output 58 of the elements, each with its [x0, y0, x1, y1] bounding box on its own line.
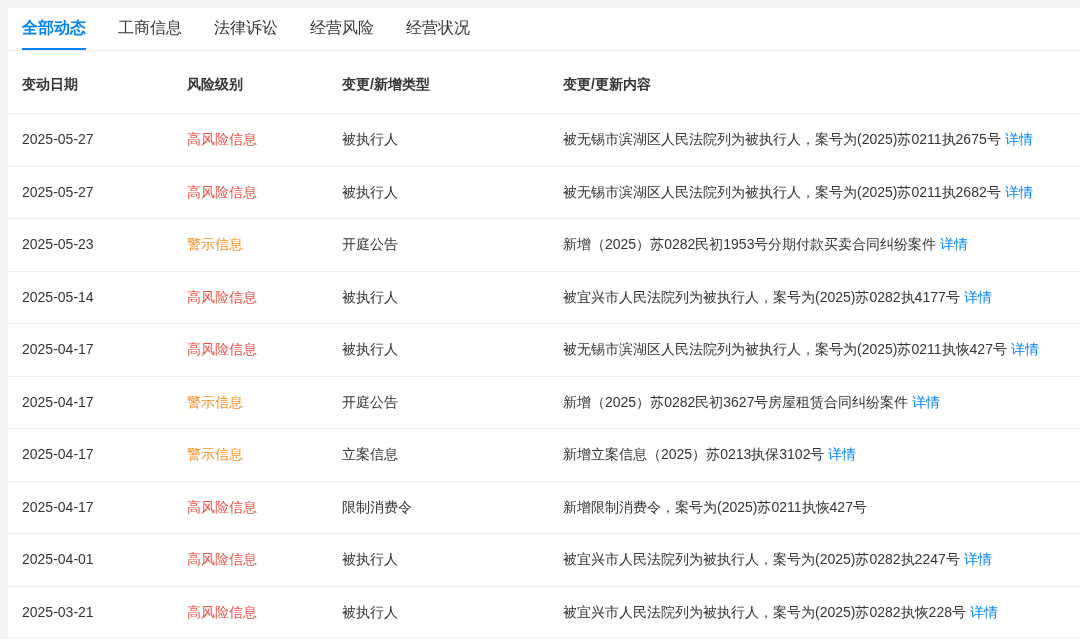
type-cell: 开庭公告 [342, 393, 398, 410]
date-cell: 2025-03-21 [22, 603, 94, 620]
type-cell: 被执行人 [342, 341, 398, 358]
tab[interactable]: 全部动态 [22, 8, 86, 50]
details-link[interactable]: 详情 [970, 601, 998, 623]
column-header: 变动日期 [22, 75, 78, 92]
content-cell-text: 被宜兴市人民法院列为被执行人，案号为(2025)苏0282执恢228号 [563, 602, 966, 622]
content-cell-text: 被宜兴市人民法院列为被执行人，案号为(2025)苏0282执2247号 [563, 550, 960, 570]
risk-level: 高风险信息 [187, 341, 257, 358]
risk-level: 高风险信息 [187, 131, 257, 148]
content-cell-text: 新增限制消费令，案号为(2025)苏0211执恢427号 [563, 497, 867, 517]
date-cell: 2025-05-23 [22, 236, 94, 253]
details-link[interactable]: 详情 [912, 391, 941, 413]
date-cell: 2025-04-17 [22, 393, 94, 410]
tab[interactable]: 法律诉讼 [214, 8, 278, 50]
details-link[interactable]: 详情 [940, 234, 969, 256]
details-link[interactable]: 详情 [1010, 339, 1039, 361]
risk-level: 高风险信息 [187, 288, 257, 305]
column-header: 风险级别 [187, 75, 243, 92]
content-cell-text: 新增（2025）苏0282民初1953号分期付款买卖合同纠纷案件 [563, 235, 937, 255]
date-cell: 2025-04-01 [22, 551, 94, 568]
risk-level: 警示信息 [187, 393, 243, 410]
details-link[interactable]: 详情 [1004, 181, 1033, 203]
type-cell: 被执行人 [342, 551, 398, 568]
column-header: 变更/新增类型 [342, 75, 430, 92]
type-cell: 被执行人 [342, 131, 398, 148]
type-cell: 被执行人 [342, 183, 398, 200]
column-header: 变更/更新内容 [563, 75, 651, 92]
details-link[interactable]: 详情 [828, 444, 857, 466]
type-cell: 立案信息 [342, 446, 398, 463]
risk-level: 高风险信息 [187, 551, 257, 568]
content-cell-text: 新增（2025）苏0282民初3627号房屋租赁合同纠纷案件 [563, 392, 909, 412]
tab[interactable]: 经营状况 [406, 8, 470, 50]
details-link[interactable]: 详情 [1004, 129, 1033, 151]
content-cell-text: 被无锡市滨湖区人民法院列为被执行人，案号为(2025)苏0211执恢427号 [563, 340, 1007, 360]
content-cell-text: 新增立案信息（2025）苏0213执保3102号 [563, 445, 825, 465]
risk-level: 高风险信息 [187, 498, 257, 515]
type-cell: 被执行人 [342, 288, 398, 305]
details-link[interactable]: 详情 [963, 286, 992, 308]
risk-level: 警示信息 [187, 236, 243, 253]
tab[interactable]: 工商信息 [118, 8, 182, 50]
date-cell: 2025-05-27 [22, 183, 94, 200]
date-cell: 2025-04-17 [22, 341, 94, 358]
risk-level: 高风险信息 [187, 603, 257, 620]
date-cell: 2025-04-17 [22, 498, 94, 515]
content-cell-text: 被无锡市滨湖区人民法院列为被执行人，案号为(2025)苏0211执2675号 [563, 130, 1001, 150]
date-cell: 2025-05-27 [22, 131, 94, 148]
tab[interactable]: 经营风险 [310, 8, 374, 50]
type-cell: 开庭公告 [342, 236, 398, 253]
content-cell-text: 被宜兴市人民法院列为被执行人，案号为(2025)苏0282执4177号 [563, 287, 960, 307]
date-cell: 2025-05-14 [22, 288, 94, 305]
type-cell: 限制消费令 [342, 498, 412, 515]
risk-level: 高风险信息 [187, 183, 257, 200]
date-cell: 2025-04-17 [22, 446, 94, 463]
content-cell-text: 被无锡市滨湖区人民法院列为被执行人，案号为(2025)苏0211执2682号 [563, 182, 1001, 202]
risk-level: 警示信息 [187, 446, 243, 463]
details-link[interactable]: 详情 [963, 549, 992, 571]
type-cell: 被执行人 [342, 603, 398, 620]
